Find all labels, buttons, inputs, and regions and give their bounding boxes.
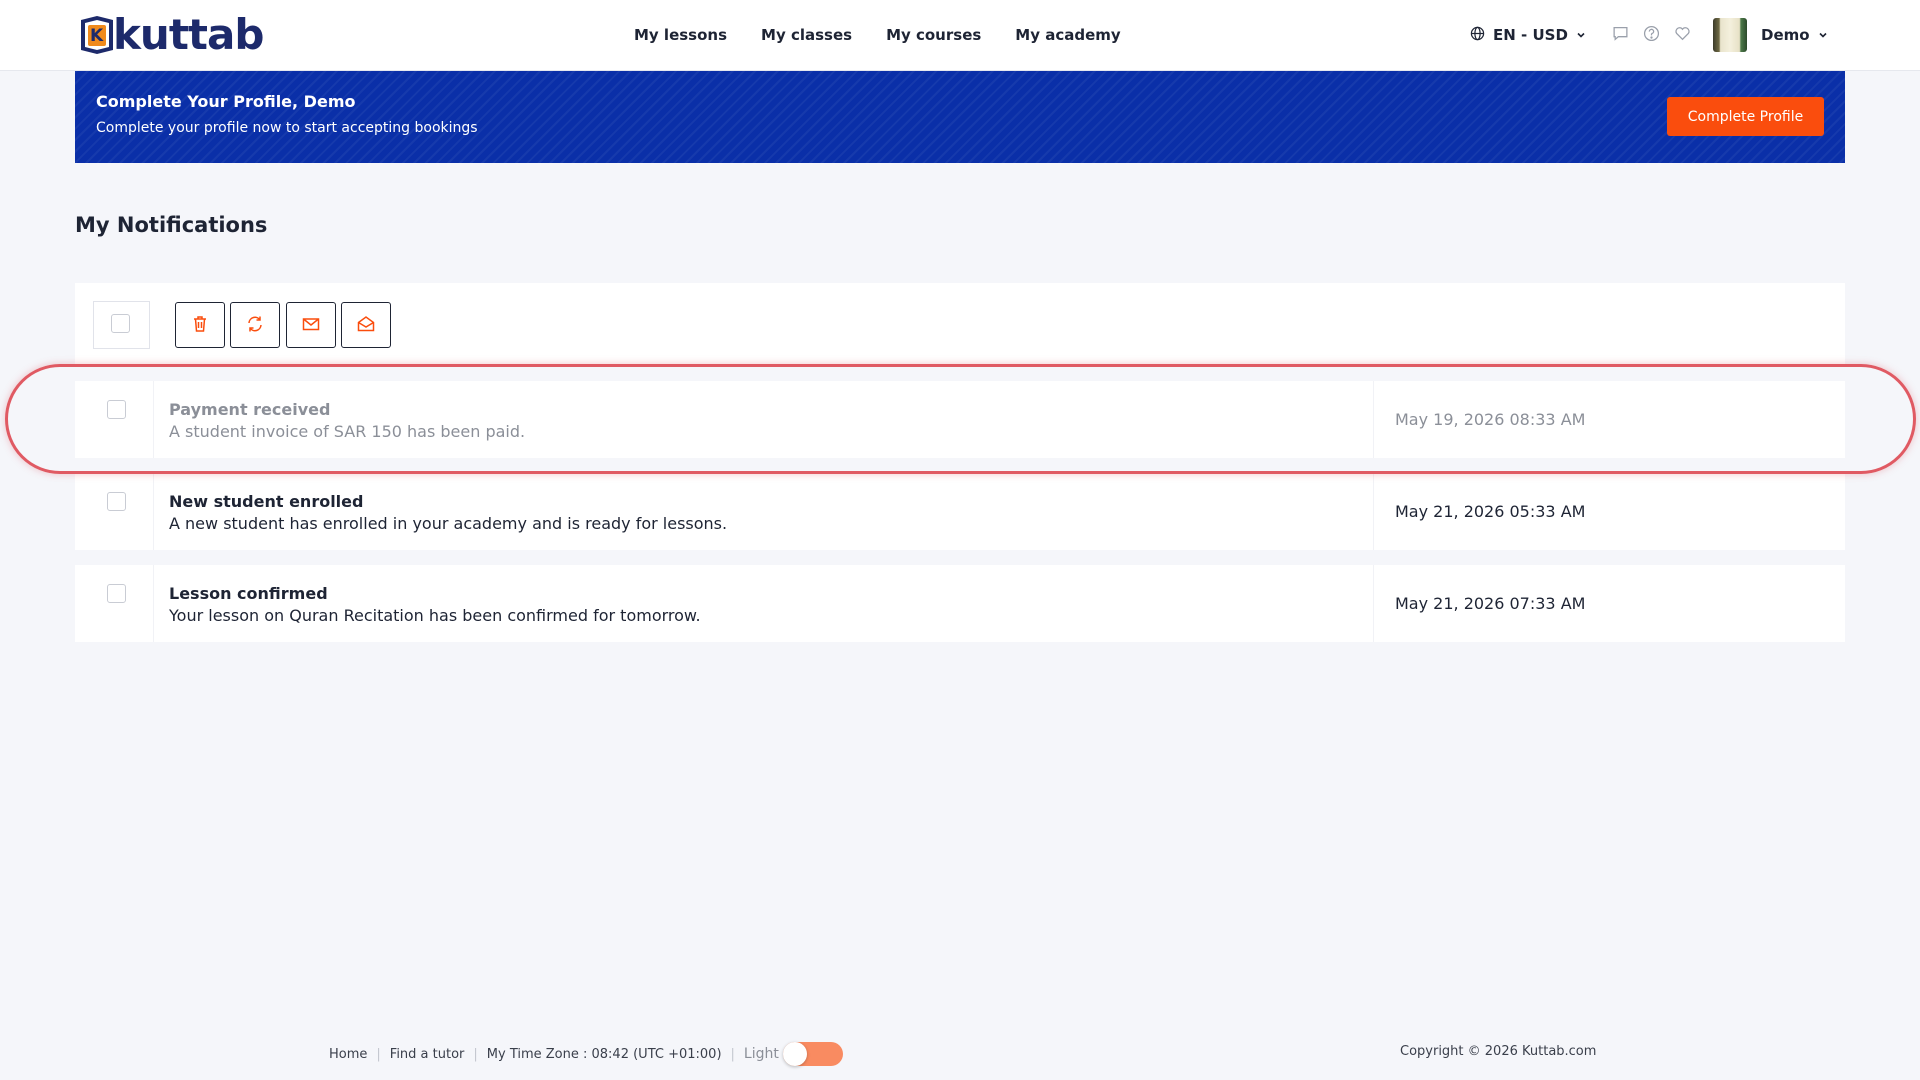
nav-my-lessons[interactable]: My lessons	[634, 26, 727, 44]
notification-date: May 21, 2026 05:33 AM	[1395, 502, 1586, 521]
notification-row[interactable]: Payment received A student invoice of SA…	[75, 381, 1845, 458]
row-divider	[153, 381, 154, 458]
timezone-label: My Time Zone : 08:42 (UTC +01:00)	[486, 1046, 722, 1062]
row-divider	[153, 473, 154, 550]
delete-button[interactable]	[175, 302, 225, 348]
message-icon[interactable]	[1612, 25, 1629, 46]
banner-subtitle: Complete your profile now to start accep…	[96, 120, 478, 136]
mark-read-button[interactable]	[341, 302, 391, 348]
notification-title: New student enrolled	[169, 492, 364, 511]
notification-row[interactable]: Lesson confirmed Your lesson on Quran Re…	[75, 565, 1845, 642]
main-nav: My lessons My classes My courses My acad…	[634, 0, 1121, 70]
row-checkbox[interactable]	[107, 492, 126, 511]
user-menu[interactable]: Demo	[1761, 0, 1828, 70]
chevron-down-icon	[1576, 26, 1586, 44]
avatar[interactable]	[1713, 18, 1747, 52]
row-checkbox[interactable]	[107, 584, 126, 603]
footer: Home | Find a tutor | My Time Zone : 08:…	[329, 1042, 843, 1066]
notification-row[interactable]: New student enrolled A new student has e…	[75, 473, 1845, 550]
mark-unread-button[interactable]	[286, 302, 336, 348]
row-checkbox[interactable]	[107, 400, 126, 419]
logo-badge-letter: K	[90, 26, 104, 46]
user-name: Demo	[1761, 26, 1810, 44]
footer-link-find-tutor[interactable]: Find a tutor	[390, 1047, 465, 1062]
nav-my-academy[interactable]: My academy	[1015, 26, 1120, 44]
page-title: My Notifications	[75, 213, 268, 237]
notification-message: A student invoice of SAR 150 has been pa…	[169, 422, 526, 441]
notification-title: Lesson confirmed	[169, 584, 328, 603]
footer-link-home[interactable]: Home	[329, 1047, 367, 1062]
top-header: K kuttab My lessons My classes My course…	[0, 0, 1920, 71]
nav-my-classes[interactable]: My classes	[761, 26, 852, 44]
notification-date: May 19, 2026 08:33 AM	[1395, 410, 1586, 429]
envelope-open-icon	[356, 314, 376, 337]
complete-profile-button[interactable]: Complete Profile	[1667, 97, 1824, 136]
footer-separator: |	[376, 1046, 381, 1062]
trash-icon	[190, 314, 210, 337]
notifications-toolbar	[75, 283, 1845, 367]
globe-icon	[1470, 26, 1485, 45]
theme-toggle[interactable]	[782, 1042, 843, 1066]
select-all-checkbox[interactable]	[111, 314, 130, 333]
refresh-icon	[245, 314, 265, 337]
notification-message: Your lesson on Quran Recitation has been…	[169, 606, 701, 625]
language-label: EN - USD	[1493, 26, 1568, 44]
banner-title: Complete Your Profile, Demo	[96, 92, 356, 111]
row-divider	[1373, 565, 1374, 642]
envelope-closed-icon	[301, 314, 321, 337]
notification-title: Payment received	[169, 400, 331, 419]
complete-profile-banner: Complete Your Profile, Demo Complete you…	[75, 71, 1845, 163]
nav-my-courses[interactable]: My courses	[886, 26, 981, 44]
notification-date: May 21, 2026 07:33 AM	[1395, 594, 1586, 613]
notification-message: A new student has enrolled in your acade…	[169, 514, 728, 533]
footer-separator: |	[473, 1046, 478, 1062]
chevron-down-icon	[1818, 26, 1828, 44]
row-divider	[153, 565, 154, 642]
select-all-container	[93, 301, 150, 349]
logo[interactable]: K kuttab	[77, 10, 264, 59]
heart-icon[interactable]	[1674, 25, 1691, 46]
language-currency-selector[interactable]: EN - USD	[1470, 0, 1586, 70]
copyright: Copyright © 2026 Kuttab.com	[1400, 1044, 1597, 1059]
help-icon[interactable]	[1643, 25, 1660, 46]
toggle-knob	[782, 1042, 807, 1066]
refresh-button[interactable]	[230, 302, 280, 348]
logo-text: kuttab	[113, 10, 264, 59]
theme-label: Light	[743, 1046, 779, 1062]
row-divider	[1373, 381, 1374, 458]
header-icons	[1612, 0, 1691, 70]
logo-badge-icon: K	[77, 14, 117, 56]
footer-separator: |	[730, 1046, 735, 1062]
row-divider	[1373, 473, 1374, 550]
